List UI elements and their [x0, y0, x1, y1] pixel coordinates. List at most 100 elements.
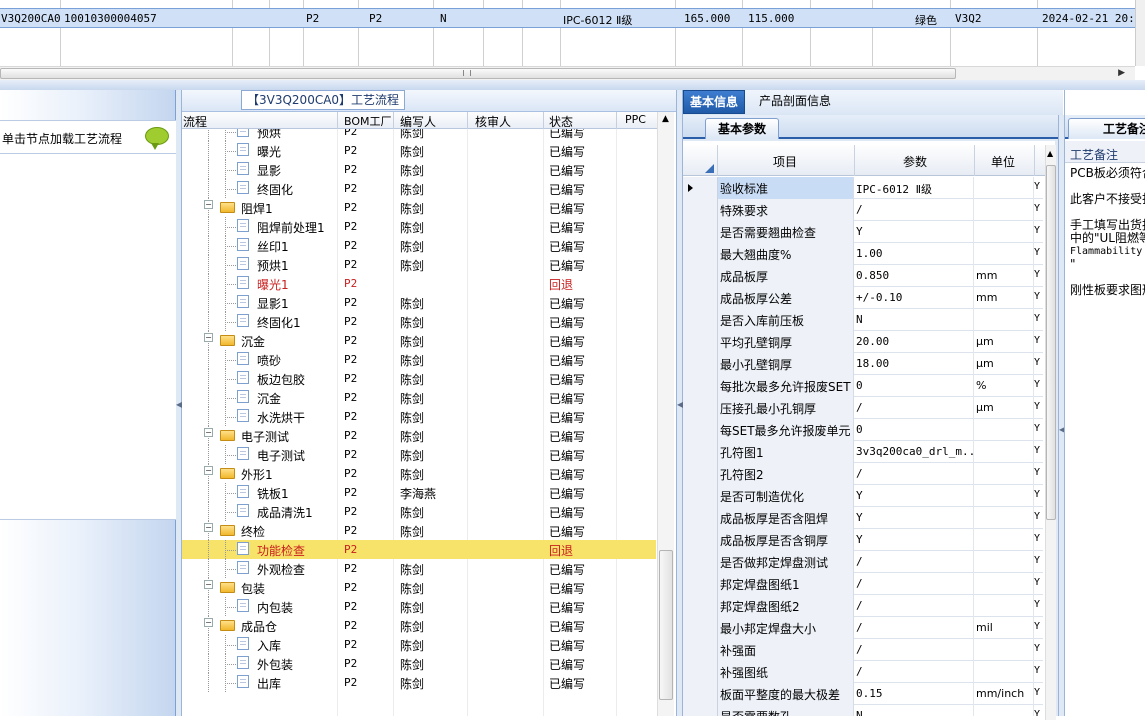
tree-row[interactable]: 沉金 P2 陈剑 已编写 [182, 388, 656, 407]
param-value[interactable]: +/-0.10 [854, 287, 974, 309]
middle-collapse-bar[interactable]: ◀ [676, 90, 683, 716]
param-value[interactable]: 0.850 [854, 265, 974, 287]
col-author[interactable]: 编写人 [400, 113, 436, 130]
param-value[interactable]: / [854, 551, 974, 573]
tree-row[interactable]: 外包装 P2 陈剑 已编写 [182, 654, 656, 673]
tree-row[interactable]: 显影1 P2 陈剑 已编写 [182, 293, 656, 312]
process-tree[interactable]: 预烘 P2 陈剑 已编写 曝光 P2 陈剑 已编写 显影 P2 陈剑 已编写 终固化 P2 陈剑 已编写 − 阻焊… [182, 129, 656, 716]
param-value[interactable]: 0 [854, 419, 974, 441]
tree-vertical-scrollbar[interactable]: ▲ [657, 112, 674, 716]
param-row[interactable]: 特殊要求 / Y [683, 199, 1043, 221]
param-row[interactable]: 最小邦定焊盘大小 / mil Y [683, 617, 1043, 639]
subtab-basic-params[interactable]: 基本参数 [705, 118, 780, 139]
param-row[interactable]: 最大翘曲度% 1.00 Y [683, 243, 1043, 265]
tree-row[interactable]: 喷砂 P2 陈剑 已编写 [182, 350, 656, 369]
tree-row[interactable]: 阻焊前处理1 P2 陈剑 已编写 [182, 217, 656, 236]
notes-text[interactable]: PCB板必须符合此客户不接受打手工填写出货报中的"UL阻燃等Flammabili… [1070, 167, 1145, 297]
param-row[interactable]: 是否入库前压板 N Y [683, 309, 1043, 331]
tree-row[interactable]: 成品清洗1 P2 陈剑 已编写 [182, 502, 656, 521]
row-header[interactable] [683, 661, 718, 683]
row-header[interactable] [683, 419, 718, 441]
collapse-toggle-icon[interactable]: − [204, 428, 213, 437]
param-row[interactable]: 压接孔最小孔铜厚 / μm Y [683, 397, 1043, 419]
param-row[interactable]: 补强图纸 / Y [683, 661, 1043, 683]
param-value[interactable]: 20.00 [854, 331, 974, 353]
scroll-up-arrow-icon[interactable]: ▲ [1047, 149, 1053, 158]
row-header[interactable] [683, 507, 718, 529]
param-row[interactable]: 是否需要数孔N Y [683, 705, 1043, 716]
param-value[interactable]: Y [854, 485, 974, 507]
col-reviewer[interactable]: 核审人 [475, 113, 511, 130]
scroll-up-arrow-icon[interactable]: ▲ [662, 114, 669, 124]
tab-process-notes[interactable]: 工艺备注 [1068, 118, 1145, 139]
tree-row[interactable]: 外观检查 P2 陈剑 已编写 [182, 559, 656, 578]
param-row[interactable]: 是否做邦定焊盘测试 / Y [683, 551, 1043, 573]
param-row[interactable]: 每批次最多允许报废SET 0% Y [683, 375, 1043, 397]
row-header[interactable] [683, 705, 718, 716]
row-header[interactable] [683, 375, 718, 397]
param-value[interactable]: 0 [854, 375, 974, 397]
param-row[interactable]: 成品板厚 0.850 mm Y [683, 265, 1043, 287]
param-row[interactable]: 邦定焊盘图纸2/ Y [683, 595, 1043, 617]
tab-basic-info[interactable]: 基本信息 [683, 90, 746, 114]
tree-row[interactable]: 曝光1 P2 回退 [182, 274, 656, 293]
row-header[interactable] [683, 287, 718, 309]
row-header[interactable] [683, 199, 718, 221]
tree-row[interactable]: 显影 P2 陈剑 已编写 [182, 160, 656, 179]
param-value[interactable]: Y [854, 529, 974, 551]
row-header[interactable] [683, 265, 718, 287]
scroll-right-arrow-icon[interactable]: ▶ [1118, 68, 1125, 78]
row-header[interactable] [683, 243, 718, 265]
param-value[interactable]: Y [854, 221, 974, 243]
tree-row[interactable]: 板边包胶 P2 陈剑 已编写 [182, 369, 656, 388]
param-row[interactable]: 验收标准 IPC-6012 Ⅱ级 Y [683, 177, 1043, 199]
tree-row[interactable]: 终固化1 P2 陈剑 已编写 [182, 312, 656, 331]
param-value[interactable]: / [854, 595, 974, 617]
top-grid-row-selected[interactable]: V3Q200CA0 10010300004057 P2 P2 N IPC-601… [0, 8, 1141, 28]
tab-profile-info[interactable]: 产品剖面信息 [753, 90, 837, 114]
row-header[interactable] [683, 595, 718, 617]
param-value[interactable]: Y [854, 507, 974, 529]
param-value[interactable]: 1.00 [854, 243, 974, 265]
tree-row[interactable]: 功能检查 P2 回退 [182, 540, 656, 559]
param-value[interactable]: / [854, 463, 974, 485]
tree-folder-row[interactable]: − 终检 P2 陈剑 已编写 [182, 521, 656, 540]
row-header[interactable] [683, 639, 718, 661]
row-header[interactable] [683, 529, 718, 551]
tree-row[interactable]: 铣板1 P2 李海燕 已编写 [182, 483, 656, 502]
param-row[interactable]: 成品板厚公差 +/-0.10 mm Y [683, 287, 1043, 309]
param-row[interactable]: 孔符图1 3v3q200ca0_drl_m... Y [683, 441, 1043, 463]
param-value[interactable]: / [854, 661, 974, 683]
param-value[interactable]: / [854, 199, 974, 221]
param-row[interactable]: 成品板厚是否含铜厚 Y Y [683, 529, 1043, 551]
param-row[interactable]: 最小孔壁铜厚 18.00 μm Y [683, 353, 1043, 375]
tree-row[interactable]: 终固化 P2 陈剑 已编写 [182, 179, 656, 198]
collapse-toggle-icon[interactable]: − [204, 466, 213, 475]
row-header[interactable] [683, 397, 718, 419]
tree-row[interactable]: 出库 P2 陈剑 已编写 [182, 673, 656, 692]
row-header[interactable] [683, 485, 718, 507]
tree-folder-row[interactable]: − 电子测试 P2 陈剑 已编写 [182, 426, 656, 445]
row-header[interactable] [683, 309, 718, 331]
top-horizontal-scrollbar[interactable]: ▶ [0, 66, 1135, 80]
tree-row[interactable]: 丝印1 P2 陈剑 已编写 [182, 236, 656, 255]
param-row[interactable]: 补强面 / Y [683, 639, 1043, 661]
row-header[interactable] [683, 683, 718, 705]
param-row[interactable]: 板面平整度的最大极差 0.15 mm/inch Y [683, 683, 1043, 705]
param-value[interactable]: / [854, 573, 974, 595]
tree-row[interactable]: 水洗烘干 P2 陈剑 已编写 [182, 407, 656, 426]
horizontal-splitter[interactable] [0, 80, 1145, 90]
tree-folder-row[interactable]: − 阻焊1 P2 陈剑 已编写 [182, 198, 656, 217]
param-value[interactable]: IPC-6012 Ⅱ级 [854, 177, 974, 199]
scrollbar-thumb[interactable] [0, 68, 956, 79]
param-value[interactable]: / [854, 639, 974, 661]
row-header[interactable] [683, 353, 718, 375]
col-status[interactable]: 状态 [549, 113, 573, 130]
param-row[interactable]: 成品板厚是否含阻焊 Y Y [683, 507, 1043, 529]
tree-folder-row[interactable]: − 沉金 P2 陈剑 已编写 [182, 331, 656, 350]
param-row[interactable]: 孔符图2/ Y [683, 463, 1043, 485]
tree-row[interactable]: 入库 P2 陈剑 已编写 [182, 635, 656, 654]
load-hint[interactable]: 单击节点加载工艺流程 [0, 120, 176, 154]
row-header[interactable] [683, 551, 718, 573]
row-header[interactable] [683, 573, 718, 595]
